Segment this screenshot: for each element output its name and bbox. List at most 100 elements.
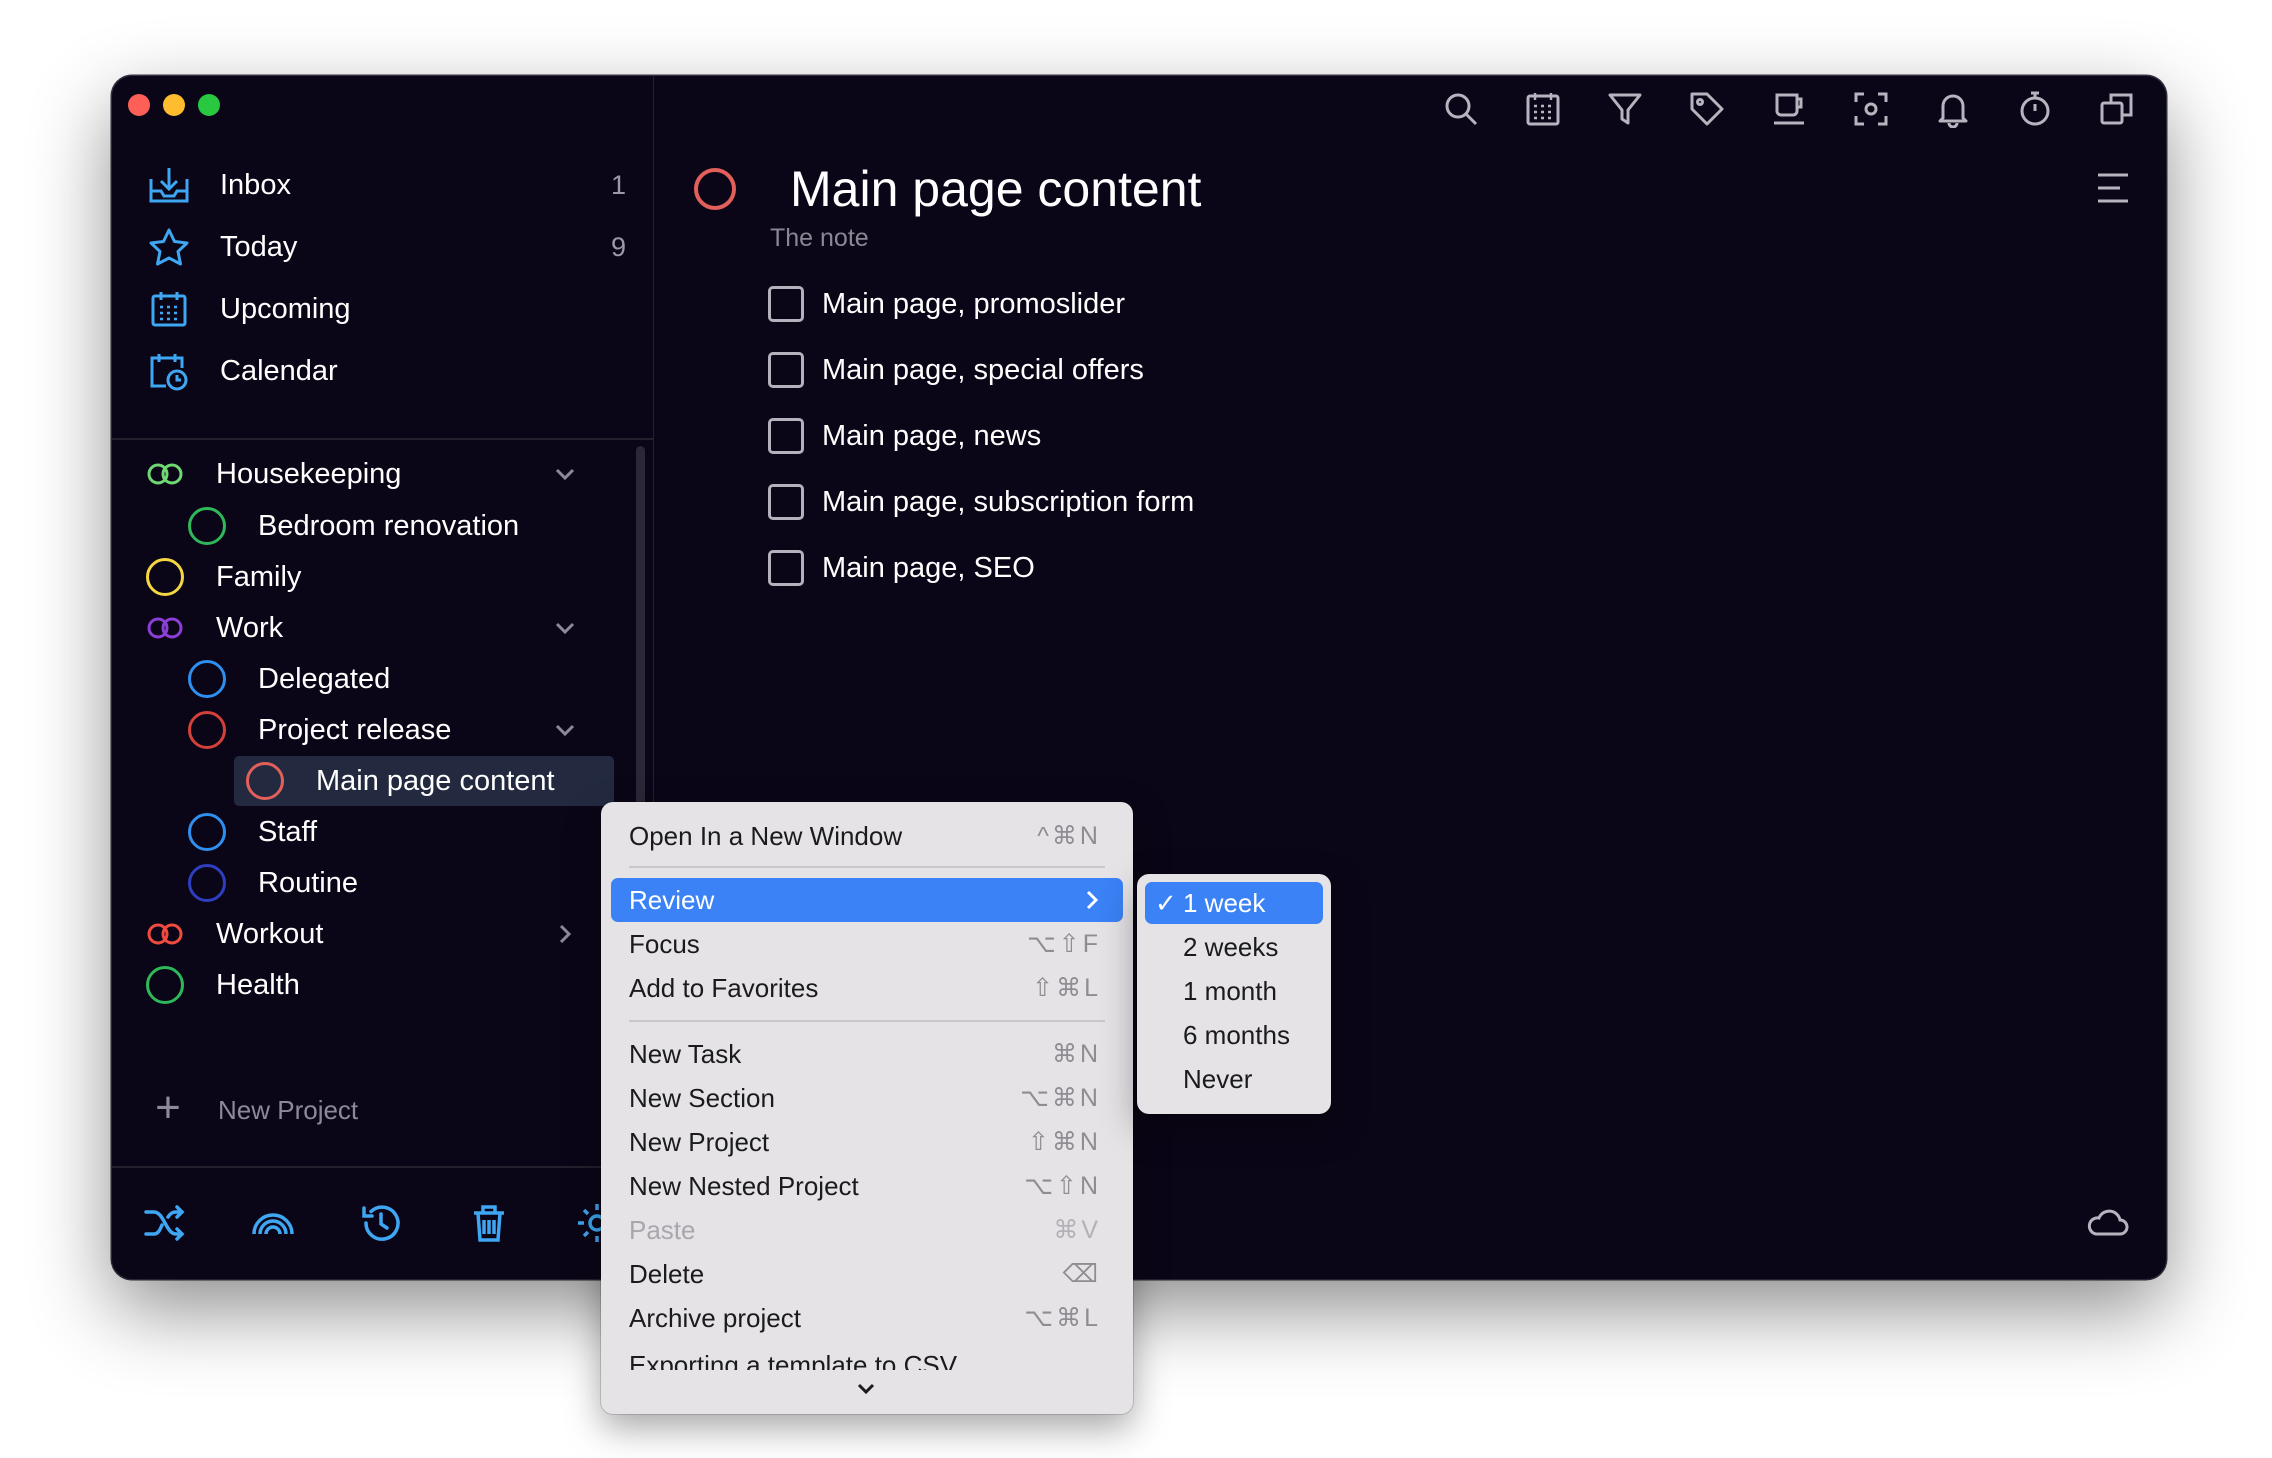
- review-option-never[interactable]: Never: [1145, 1058, 1323, 1100]
- bell-icon[interactable]: [1934, 90, 1972, 128]
- project-ring-icon: [146, 966, 184, 1004]
- project-ring-icon: [188, 660, 226, 698]
- menu-scroll-down-icon[interactable]: [853, 1376, 879, 1402]
- new-project-button[interactable]: + New Project: [146, 1086, 359, 1132]
- menu-item-label: New Nested Project: [629, 1170, 859, 1201]
- menu-item-delete[interactable]: Delete ⌫: [611, 1252, 1123, 1296]
- project-ring-icon: [188, 711, 226, 749]
- project-family[interactable]: Family: [146, 552, 578, 602]
- menu-item-new-section[interactable]: New Section ⌥⌘N: [611, 1076, 1123, 1120]
- project-project-release[interactable]: Project release: [188, 705, 578, 755]
- menu-item-label: New Section: [629, 1082, 775, 1113]
- project-ring-icon: [246, 762, 284, 800]
- chevron-down-icon[interactable]: [552, 615, 578, 641]
- task-complete-ring-icon[interactable]: [694, 168, 736, 210]
- task-note[interactable]: The note: [770, 224, 869, 253]
- project-workout[interactable]: Workout: [146, 909, 578, 959]
- project-label: Bedroom renovation: [258, 509, 520, 542]
- subtask-item[interactable]: Main page, SEO: [768, 550, 1035, 586]
- trash-icon[interactable]: [466, 1200, 512, 1246]
- project-staff[interactable]: Staff: [188, 807, 578, 857]
- menu-item-label: Archive project: [629, 1302, 801, 1333]
- chevron-right-icon[interactable]: [552, 921, 578, 947]
- subtask-checkbox[interactable]: [768, 418, 804, 454]
- sidebar-item-today[interactable]: Today 9: [146, 222, 626, 272]
- project-main-page-content[interactable]: Main page content: [234, 756, 614, 806]
- project-housekeeping[interactable]: Housekeeping: [146, 449, 578, 499]
- menu-item-open-new-window[interactable]: Open In a New Window ^⌘N: [611, 814, 1123, 858]
- task-title[interactable]: Main page content: [790, 160, 1201, 218]
- menu-item-label: Focus: [629, 928, 700, 959]
- menu-separator: [629, 1020, 1105, 1022]
- coffee-cup-icon[interactable]: [1770, 90, 1808, 128]
- sidebar-bottom-toolbar: [142, 1200, 620, 1246]
- menu-item-shortcut: ⌥⇧F: [1026, 930, 1101, 958]
- chevron-down-icon[interactable]: [552, 717, 578, 743]
- project-bedroom-renovation[interactable]: Bedroom renovation: [188, 501, 578, 551]
- menu-item-label: Paste: [629, 1214, 696, 1245]
- menu-item-shortcut: ⇧⌘L: [1032, 974, 1101, 1002]
- list-options-icon[interactable]: [2094, 169, 2132, 207]
- sidebar-item-label: Upcoming: [220, 292, 351, 325]
- rainbow-icon[interactable]: [250, 1200, 296, 1246]
- review-option-6-months[interactable]: 6 months: [1145, 1014, 1323, 1056]
- history-icon[interactable]: [358, 1200, 404, 1246]
- calendar-clock-icon: [146, 348, 192, 394]
- menu-item-export-template-csv[interactable]: Exporting a template to CSV: [611, 1348, 1123, 1370]
- project-routine[interactable]: Routine: [188, 858, 578, 908]
- menu-item-archive-project[interactable]: Archive project ⌥⌘L: [611, 1296, 1123, 1340]
- tag-icon[interactable]: [1688, 90, 1726, 128]
- subtask-item[interactable]: Main page, news: [768, 418, 1041, 454]
- sidebar-item-label: Calendar: [220, 354, 338, 387]
- menu-item-focus[interactable]: Focus ⌥⇧F: [611, 922, 1123, 966]
- shuffle-icon[interactable]: [142, 1200, 188, 1246]
- project-health[interactable]: Health: [146, 960, 578, 1010]
- sidebar-item-calendar[interactable]: Calendar: [146, 346, 626, 396]
- main-toolbar: [1442, 90, 2136, 128]
- sidebar-item-inbox[interactable]: Inbox 1: [146, 160, 626, 210]
- menu-item-new-nested-project[interactable]: New Nested Project ⌥⇧N: [611, 1164, 1123, 1208]
- calendar-icon[interactable]: [1524, 90, 1562, 128]
- sidebar-item-upcoming[interactable]: Upcoming: [146, 284, 626, 334]
- menu-item-paste: Paste ⌘V: [611, 1208, 1123, 1252]
- sidebar: Inbox 1 Today 9 Upcoming Calendar Housek…: [112, 76, 654, 1279]
- subtask-item[interactable]: Main page, promoslider: [768, 286, 1125, 322]
- chevron-down-icon[interactable]: [552, 461, 578, 487]
- review-option-2-weeks[interactable]: 2 weeks: [1145, 926, 1323, 968]
- menu-item-new-task[interactable]: New Task ⌘N: [611, 1032, 1123, 1076]
- subtask-checkbox[interactable]: [768, 550, 804, 586]
- project-label: Project release: [258, 713, 452, 746]
- subtask-checkbox[interactable]: [768, 286, 804, 322]
- project-label: Work: [216, 611, 284, 644]
- project-label: Family: [216, 560, 302, 593]
- search-icon[interactable]: [1442, 90, 1480, 128]
- menu-item-new-project[interactable]: New Project ⇧⌘N: [611, 1120, 1123, 1164]
- duplicate-window-icon[interactable]: [2098, 90, 2136, 128]
- menu-item-shortcut: ⌘N: [1051, 1040, 1101, 1068]
- menu-item-shortcut: ⌥⌘N: [1020, 1084, 1101, 1112]
- subtask-checkbox[interactable]: [768, 352, 804, 388]
- project-ring-icon: [188, 864, 226, 902]
- new-project-label: New Project: [218, 1094, 359, 1125]
- project-delegated[interactable]: Delegated: [188, 654, 578, 704]
- focus-icon[interactable]: [1852, 90, 1890, 128]
- project-work[interactable]: Work: [146, 603, 578, 653]
- menu-item-label: Open In a New Window: [629, 820, 903, 851]
- review-option-1-week[interactable]: ✓ 1 week: [1145, 882, 1323, 924]
- filter-icon[interactable]: [1606, 90, 1644, 128]
- sidebar-bottom-divider: [112, 1166, 653, 1168]
- project-label: Staff: [258, 815, 318, 848]
- menu-item-review[interactable]: Review: [611, 878, 1123, 922]
- timer-icon[interactable]: [2016, 90, 2054, 128]
- menu-item-shortcut: ⌥⌘L: [1024, 1304, 1101, 1332]
- checkmark-icon: ✓: [1155, 887, 1177, 918]
- subtask-item[interactable]: Main page, subscription form: [768, 484, 1194, 520]
- review-option-1-month[interactable]: 1 month: [1145, 970, 1323, 1012]
- menu-item-label: New Project: [629, 1126, 770, 1157]
- project-label: Routine: [258, 866, 358, 899]
- cloud-sync-icon[interactable]: [2084, 1200, 2130, 1246]
- subtask-item[interactable]: Main page, special offers: [768, 352, 1144, 388]
- menu-item-label: Exporting a template to CSV: [629, 1350, 958, 1370]
- menu-item-add-to-favorites[interactable]: Add to Favorites ⇧⌘L: [611, 966, 1123, 1010]
- subtask-checkbox[interactable]: [768, 484, 804, 520]
